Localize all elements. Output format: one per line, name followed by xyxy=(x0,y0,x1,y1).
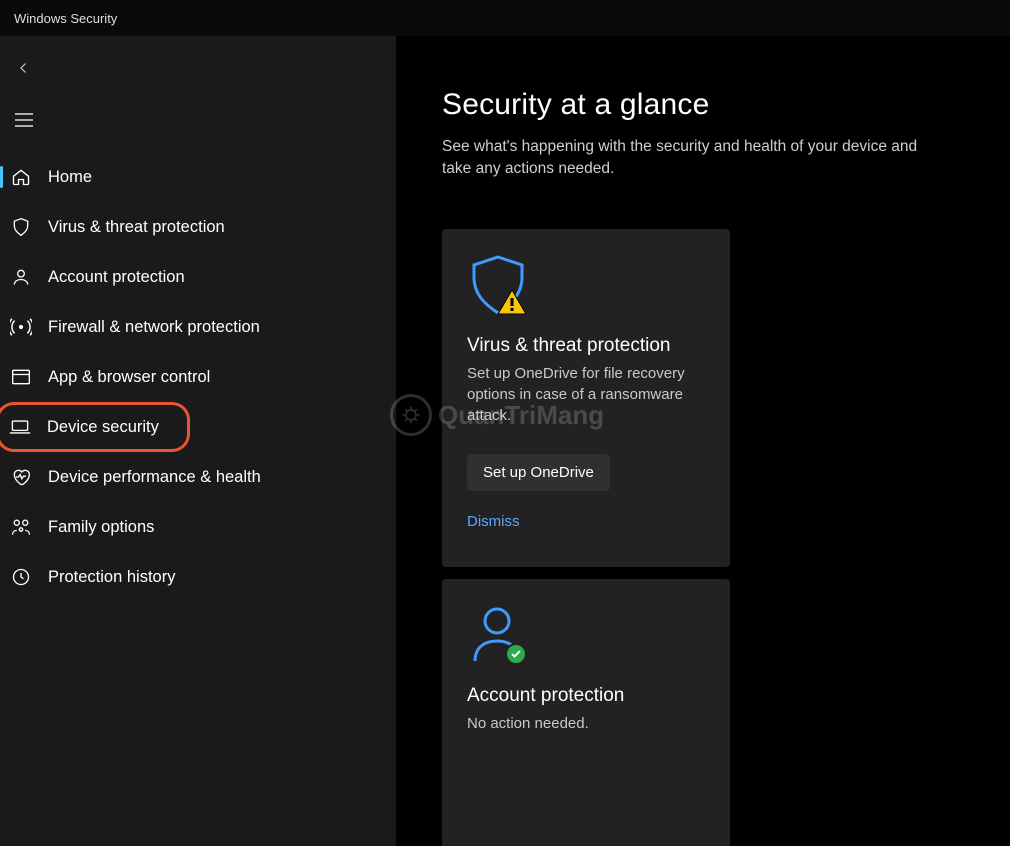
sidebar-item-virus[interactable]: Virus & threat protection xyxy=(0,202,396,252)
back-button[interactable] xyxy=(0,44,48,92)
card-description: No action needed. xyxy=(467,713,705,734)
sidebar-item-label: Virus & threat protection xyxy=(48,218,225,237)
sidebar-item-device-security[interactable]: Device security xyxy=(0,402,190,452)
sidebar-item-label: Firewall & network protection xyxy=(48,318,260,337)
sidebar-item-history[interactable]: Protection history xyxy=(0,552,396,602)
home-icon xyxy=(10,166,32,188)
page-description: See what's happening with the security a… xyxy=(442,136,922,181)
shield-warning-icon xyxy=(467,255,705,315)
sidebar: Home Virus & threat protection Account p… xyxy=(0,36,396,846)
sidebar-item-label: Account protection xyxy=(48,268,185,287)
heart-icon xyxy=(10,466,32,488)
laptop-icon xyxy=(9,416,31,438)
card-title: Account protection xyxy=(467,685,705,707)
sidebar-item-home[interactable]: Home xyxy=(0,152,396,202)
antenna-icon xyxy=(10,316,32,338)
history-icon xyxy=(10,566,32,588)
sidebar-item-label: App & browser control xyxy=(48,368,210,387)
sidebar-item-performance[interactable]: Device performance & health xyxy=(0,452,396,502)
setup-onedrive-button[interactable]: Set up OneDrive xyxy=(467,454,610,491)
sidebar-item-label: Family options xyxy=(48,518,154,537)
sidebar-item-family[interactable]: Family options xyxy=(0,502,396,552)
shield-icon xyxy=(10,216,32,238)
card-title: Virus & threat protection xyxy=(467,335,705,357)
sidebar-item-label: Device performance & health xyxy=(48,468,261,487)
sidebar-item-label: Protection history xyxy=(48,568,175,587)
dismiss-link[interactable]: Dismiss xyxy=(467,513,705,530)
sidebar-item-account[interactable]: Account protection xyxy=(0,252,396,302)
card-account-protection[interactable]: Account protection No action needed. xyxy=(442,579,730,846)
sidebar-item-label: Device security xyxy=(47,418,159,437)
page-title: Security at a glance xyxy=(442,88,1010,122)
card-virus-threat[interactable]: Virus & threat protection Set up OneDriv… xyxy=(442,229,730,567)
card-description: Set up OneDrive for file recovery option… xyxy=(467,363,705,426)
window-icon xyxy=(10,366,32,388)
main-content: Security at a glance See what's happenin… xyxy=(396,36,1010,846)
window-title: Windows Security xyxy=(14,11,117,26)
hamburger-button[interactable] xyxy=(0,96,48,144)
person-ok-icon xyxy=(467,605,705,665)
sidebar-item-firewall[interactable]: Firewall & network protection xyxy=(0,302,396,352)
sidebar-item-app-browser[interactable]: App & browser control xyxy=(0,352,396,402)
family-icon xyxy=(10,516,32,538)
person-icon xyxy=(10,266,32,288)
sidebar-item-label: Home xyxy=(48,168,92,187)
